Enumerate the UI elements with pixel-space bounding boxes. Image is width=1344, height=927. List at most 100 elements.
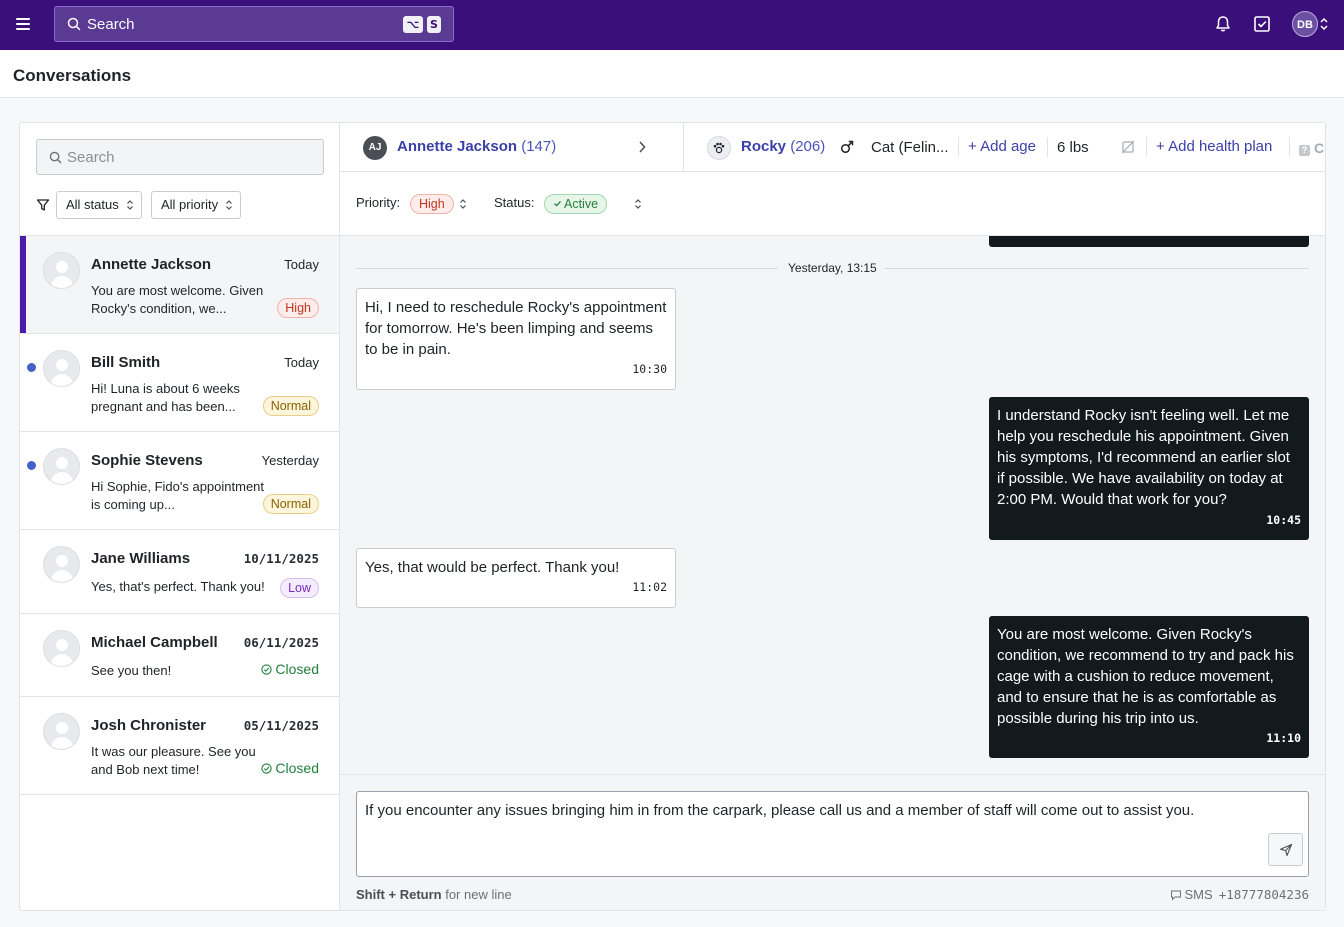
- conversation-name: Bill Smith: [91, 354, 161, 371]
- chat-bubble-icon: [1170, 890, 1181, 901]
- context-bar: AJ Annette Jackson (147) Rocky (206) Cat…: [340, 123, 1325, 172]
- message-bubble-outgoing-partial: [989, 236, 1309, 247]
- composer-hint: Shift + Return for new line: [356, 887, 512, 902]
- check-circle-icon: [261, 763, 273, 774]
- conversation-item[interactable]: Annette Jackson Today You are most welco…: [20, 236, 339, 334]
- status-filter-select[interactable]: All status: [56, 191, 142, 219]
- global-search[interactable]: Search ⌥ S: [54, 6, 454, 42]
- conversation-preview: See you then!: [91, 663, 172, 678]
- channel-phone: +18777804236: [1218, 887, 1309, 902]
- message-time: 11:02: [632, 580, 667, 594]
- message-text: You are most welcome. Given Rocky's cond…: [997, 626, 1294, 727]
- message-time: 10:30: [632, 362, 667, 376]
- shortcut-key-s: S: [427, 16, 441, 33]
- message-composer: If you encounter any issues bringing him…: [340, 774, 1325, 910]
- status-value: Active: [564, 197, 599, 211]
- status-filter-label: All status: [66, 197, 119, 212]
- menu-icon[interactable]: [15, 15, 35, 35]
- conversation-date: 06/11/2025: [243, 635, 319, 650]
- date-separator-label: Yesterday, 13:15: [788, 261, 877, 275]
- priority-select[interactable]: High: [410, 194, 454, 214]
- message-thread[interactable]: Yesterday, 13:15 Hi, I need to reschedul…: [340, 236, 1325, 774]
- global-search-label: Search: [87, 16, 135, 33]
- neuter-status-icon: [1121, 140, 1135, 154]
- divider: [683, 123, 684, 171]
- tasks-icon[interactable]: [1252, 14, 1272, 34]
- conversation-name: Jane Williams: [91, 550, 191, 567]
- unread-indicator: [27, 461, 36, 470]
- channel-info: SMS +18777804236: [1170, 887, 1309, 902]
- priority-value: High: [419, 197, 445, 211]
- shortcut-key-option: ⌥: [403, 16, 423, 33]
- conversation-item[interactable]: Josh Chronister 05/11/2025 It was our pl…: [20, 697, 339, 795]
- conversations-panel: All status All priority Annette Jackson …: [19, 122, 1326, 911]
- message-text: Yes, that would be perfect. Thank you!: [365, 559, 620, 576]
- chevron-right-icon[interactable]: [637, 138, 647, 156]
- avatar: [43, 350, 80, 387]
- conversation-name: Sophie Stevens: [91, 452, 203, 469]
- avatar: [43, 448, 80, 485]
- pet-id: (206): [790, 138, 826, 155]
- closed-status: Closed: [261, 661, 319, 677]
- priority-badge: Normal: [262, 396, 319, 416]
- message-bubble-outgoing: I understand Rocky isn't feeling well. L…: [989, 397, 1309, 540]
- conversation-search[interactable]: [36, 139, 324, 175]
- paw-icon: [707, 136, 731, 160]
- client-name: Annette Jackson: [397, 138, 518, 155]
- bell-icon[interactable]: [1213, 14, 1233, 34]
- plus-icon: +: [1156, 138, 1165, 155]
- add-health-plan-button[interactable]: + Add health plan: [1156, 138, 1272, 155]
- priority-badge: Normal: [262, 494, 319, 514]
- pet-link[interactable]: Rocky (206): [741, 138, 825, 155]
- avatar: [43, 713, 80, 750]
- pet-name: Rocky: [741, 138, 787, 155]
- page-title: Conversations: [13, 66, 132, 85]
- divider: [1146, 137, 1147, 157]
- status-select[interactable]: Active: [544, 194, 608, 214]
- conversation-name: Annette Jackson: [91, 256, 212, 273]
- channel-label: SMS: [1184, 887, 1213, 902]
- hint-shortcut: Shift + Return: [356, 887, 442, 902]
- divider: [1047, 137, 1048, 157]
- chevron-updown-icon[interactable]: [1319, 16, 1329, 32]
- chevron-updown-icon: [226, 200, 233, 210]
- closed-label: Closed: [275, 760, 319, 776]
- add-age-button[interactable]: + Add age: [968, 138, 1036, 155]
- cpr-icon: ?: [1299, 145, 1310, 156]
- priority-filter-label: All priority: [161, 197, 219, 212]
- cpr-label: CPR: [1314, 140, 1325, 156]
- conversation-item[interactable]: Jane Williams 10/11/2025 Yes, that's per…: [20, 530, 339, 614]
- conversation-name: Josh Chronister: [91, 717, 207, 734]
- message-input[interactable]: If you encounter any issues bringing him…: [356, 791, 1309, 877]
- closed-status: Closed: [261, 760, 319, 776]
- chevron-updown-icon[interactable]: [634, 198, 642, 210]
- priority-label: Priority:: [356, 195, 401, 210]
- conversation-item[interactable]: Michael Campbell 06/11/2025 See you then…: [20, 614, 339, 697]
- message-bubble-incoming: Yes, that would be perfect. Thank you! 1…: [356, 548, 676, 608]
- male-icon: [840, 140, 854, 154]
- client-link[interactable]: Annette Jackson (147): [397, 138, 556, 155]
- conversation-date: Today: [284, 355, 319, 370]
- conversation-detail-pane: AJ Annette Jackson (147) Rocky (206) Cat…: [340, 123, 1325, 910]
- closed-label: Closed: [275, 661, 319, 677]
- avatar: [43, 252, 80, 289]
- conversation-date: Today: [284, 257, 319, 272]
- conversation-item[interactable]: Sophie Stevens Yesterday Hi Sophie, Fido…: [20, 432, 339, 530]
- divider: [356, 268, 778, 269]
- priority-filter-select[interactable]: All priority: [151, 191, 242, 219]
- message-bubble-outgoing: You are most welcome. Given Rocky's cond…: [989, 616, 1309, 758]
- conversation-item[interactable]: Bill Smith Today Hi! Luna is about 6 wee…: [20, 334, 339, 432]
- message-text: Hi, I need to reschedule Rocky's appoint…: [365, 299, 667, 358]
- check-circle-icon: [261, 664, 273, 675]
- chevron-updown-icon[interactable]: [459, 198, 467, 210]
- conversation-list-pane: All status All priority Annette Jackson …: [20, 123, 340, 910]
- user-avatar[interactable]: DB: [1292, 11, 1318, 37]
- conversation-preview: You are most welcome. Given Rocky's cond…: [91, 283, 264, 316]
- send-button[interactable]: [1268, 833, 1303, 866]
- conversation-name: Michael Campbell: [91, 634, 218, 651]
- conversation-search-input[interactable]: [67, 147, 307, 167]
- search-icon: [49, 151, 62, 164]
- avatar: [43, 546, 80, 583]
- conversation-preview: It was our pleasure. See you and Bob nex…: [91, 744, 256, 777]
- conversation-preview: Hi! Luna is about 6 weeks pregnant and h…: [91, 381, 240, 414]
